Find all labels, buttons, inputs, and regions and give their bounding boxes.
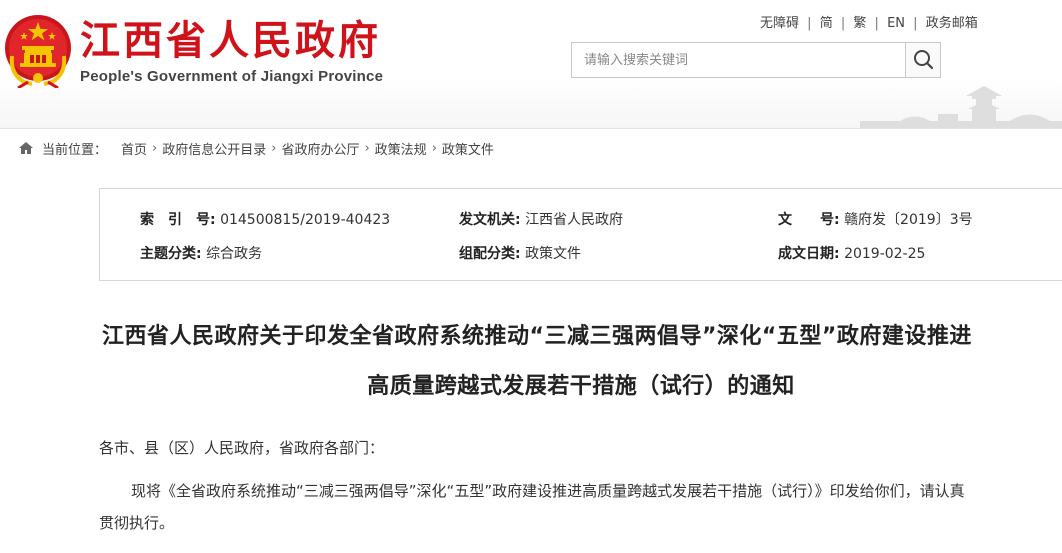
search-input[interactable] <box>572 43 905 77</box>
search-box <box>571 42 941 78</box>
search-button[interactable] <box>905 43 940 77</box>
separator: | <box>874 16 879 31</box>
breadcrumb-arrow: › <box>152 140 158 156</box>
header-divider <box>0 128 1062 129</box>
topic-category: 主题分类: 综合政务 <box>140 243 262 263</box>
breadcrumb-general-office[interactable]: 省政府办公厅 <box>281 139 359 158</box>
issuing-authority-value: 江西省人民政府 <box>525 212 624 228</box>
salutation: 各市、县（区）人民政府，省政府各部门： <box>99 439 385 457</box>
pavilion-skyline-icon <box>860 86 1062 128</box>
traditional-chinese-link[interactable]: 繁 <box>853 16 866 31</box>
separator: | <box>807 16 812 31</box>
site-subtitle: People's Government of Jiangxi Province <box>80 68 384 85</box>
breadcrumb: 当前位置： 首页 › 政府信息公开目录 › 省政府办公厅 › 政策法规 › 政策… <box>18 138 494 158</box>
top-links: 无障碍 | 简 | 繁 | EN | 政务邮箱 <box>760 12 978 31</box>
written-date: 成文日期: 2019-02-25 <box>778 243 925 263</box>
breadcrumb-arrow: › <box>271 140 277 156</box>
assembly-category: 组配分类: 政策文件 <box>459 243 581 263</box>
body-paragraph-line-2: 贯彻执行。 <box>99 514 175 532</box>
national-emblem-icon <box>5 15 71 88</box>
breadcrumb-arrow: › <box>431 140 437 156</box>
document-number: 文 号: 赣府发〔2019〕3号 <box>778 209 973 229</box>
home-icon <box>19 142 33 154</box>
assembly-category-key: 组配分类: <box>459 246 521 262</box>
breadcrumb-label: 当前位置： <box>42 142 108 158</box>
written-date-key: 成文日期: <box>778 246 840 262</box>
document-number-value: 赣府发〔2019〕3号 <box>844 212 973 228</box>
topic-category-key: 主题分类: <box>140 246 202 262</box>
breadcrumb-home[interactable]: 首页 <box>121 139 147 158</box>
index-number-key: 索 引 号: <box>140 212 216 228</box>
breadcrumb-policy-regulations[interactable]: 政策法规 <box>375 139 427 158</box>
issuing-authority: 发文机关: 江西省人民政府 <box>459 209 623 229</box>
breadcrumb-gov-info[interactable]: 政府信息公开目录 <box>162 139 266 158</box>
accessibility-link[interactable]: 无障碍 <box>760 16 799 31</box>
document-title-line-2: 高质量跨越式发展若干措施（试行）的通知 <box>367 374 795 399</box>
site-header: 江西省人民政府 People's Government of Jiangxi P… <box>0 0 1062 128</box>
english-link[interactable]: EN <box>887 16 905 31</box>
separator: | <box>913 16 918 31</box>
document-metadata-box: 索 引 号: 014500815/2019-40423 发文机关: 江西省人民政… <box>99 188 1062 281</box>
separator: | <box>840 16 846 31</box>
topic-category-value: 综合政务 <box>206 246 263 262</box>
breadcrumb-policy-documents[interactable]: 政策文件 <box>442 139 494 158</box>
index-number: 索 引 号: 014500815/2019-40423 <box>140 209 390 229</box>
search-icon <box>914 50 934 70</box>
document-number-key: 文 号: <box>778 212 840 228</box>
document-title-line-1: 江西省人民政府关于印发全省政府系统推动“三减三强两倡导”深化“五型”政府建设推进 <box>102 324 972 349</box>
breadcrumb-arrow: › <box>364 140 370 156</box>
site-title: 江西省人民政府 <box>80 17 381 64</box>
simplified-chinese-link[interactable]: 简 <box>820 16 833 31</box>
assembly-category-value: 政策文件 <box>525 246 582 262</box>
body-paragraph-line-1: 现将《全省政府系统推动“三减三强两倡导”深化“五型”政府建设推进高质量跨越式发展… <box>131 482 965 500</box>
written-date-value: 2019-02-25 <box>844 246 926 262</box>
gov-email-link[interactable]: 政务邮箱 <box>926 16 978 31</box>
index-number-value: 014500815/2019-40423 <box>220 212 391 228</box>
issuing-authority-key: 发文机关: <box>459 212 521 228</box>
